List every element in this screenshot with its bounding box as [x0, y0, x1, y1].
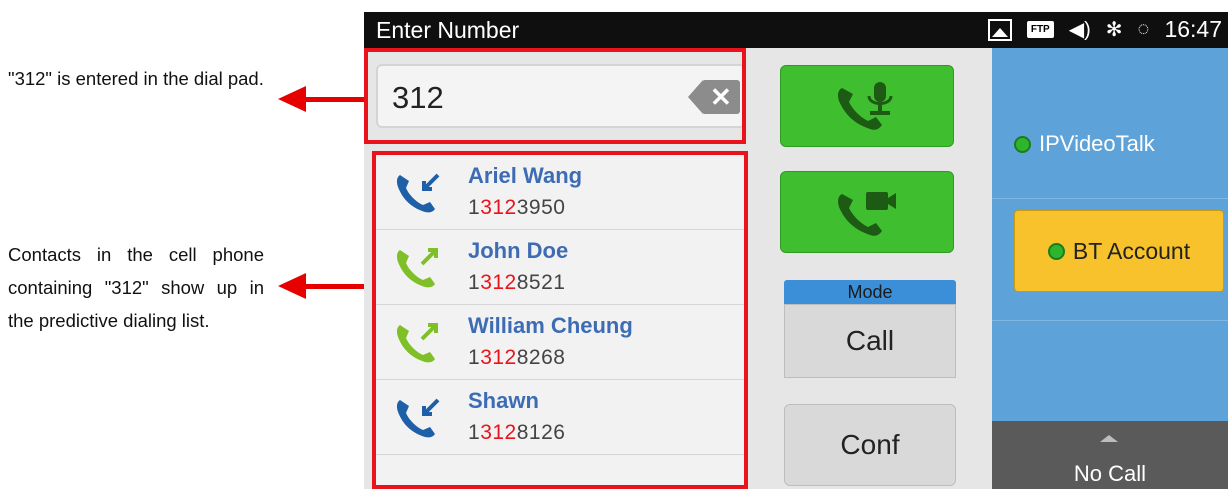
screen-title: Enter Number	[376, 17, 520, 43]
highlight-box-contacts	[372, 151, 748, 489]
picture-icon	[987, 18, 1012, 41]
video-call-button[interactable]	[780, 171, 954, 253]
annotation-contacts-note: Contacts in the cell phone containing "3…	[8, 244, 264, 331]
volume-icon: ◀︎)	[1068, 19, 1091, 41]
conference-button[interactable]: Conf	[784, 404, 956, 486]
call-status-bar[interactable]: No Call	[992, 421, 1228, 489]
divider	[992, 198, 1228, 199]
account-label: BT Account	[1072, 237, 1191, 264]
sync-icon: ◌	[1137, 18, 1150, 40]
phone-screen: Enter Number FTP ◀︎) ✻ ◌ 16:47 312 ✕ Ari…	[364, 12, 1228, 489]
clock: 16:47	[1164, 16, 1222, 42]
annotation-arrow-dialpad	[278, 86, 364, 112]
expand-up-icon	[1100, 435, 1118, 442]
bluetooth-icon: ✻	[1105, 19, 1123, 41]
video-call-icon	[838, 192, 896, 236]
call-status-label: No Call	[1073, 461, 1147, 486]
highlight-box-dialfield	[364, 48, 746, 144]
mode-selector[interactable]: Mode Call	[784, 280, 956, 378]
annotation-dialpad-note: "312" is entered in the dial pad.	[8, 68, 264, 89]
ftp-icon: FTP	[1026, 21, 1054, 38]
account-label: IPVideoTalk	[1039, 131, 1155, 156]
account-bt[interactable]: BT Account	[1014, 210, 1224, 292]
account-pane: IPVideoTalk BT Account No Call	[992, 48, 1228, 489]
status-dot-icon	[1014, 135, 1031, 153]
mode-label: Mode	[784, 280, 956, 304]
account-ipvideotalk[interactable]: IPVideoTalk	[1014, 131, 1155, 157]
audio-call-button[interactable]	[780, 65, 954, 147]
mode-value: Call	[784, 304, 956, 378]
status-dot-icon	[1047, 242, 1065, 260]
status-bar: Enter Number FTP ◀︎) ✻ ◌ 16:47	[364, 12, 1228, 48]
audio-call-icon	[838, 82, 893, 130]
divider	[992, 320, 1228, 321]
annotation-arrow-contacts	[278, 273, 364, 299]
